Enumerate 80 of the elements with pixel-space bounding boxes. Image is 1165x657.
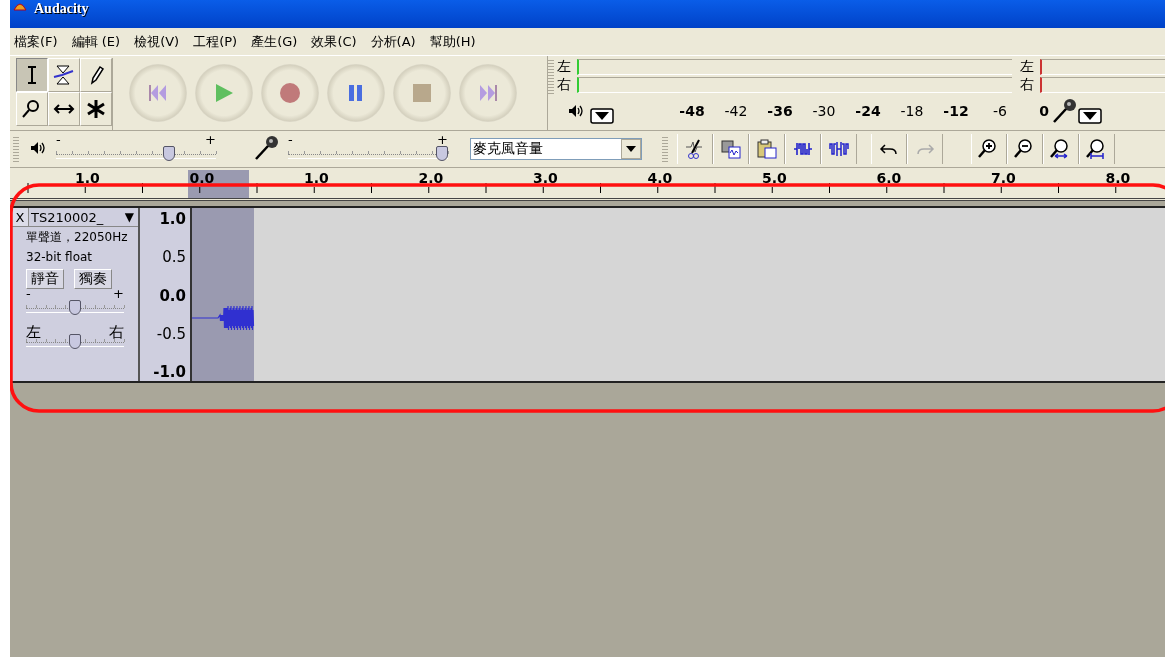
amplitude-label: 0.0 bbox=[159, 286, 186, 305]
window-title: Audacity bbox=[34, 1, 89, 17]
amplitude-label: -0.5 bbox=[156, 324, 186, 343]
menu-item[interactable]: 工程(P) bbox=[193, 32, 238, 51]
meter-scale-label: -36 bbox=[767, 103, 793, 119]
menu-item[interactable]: 編輯 (E) bbox=[71, 32, 121, 51]
amplitude-label: 1.0 bbox=[159, 210, 186, 228]
zoom-button[interactable] bbox=[971, 134, 1007, 164]
undo-button[interactable] bbox=[871, 134, 907, 164]
meter-scale-label: -48 bbox=[679, 103, 705, 119]
dropdown-arrow[interactable]: ▼ bbox=[124, 210, 134, 224]
copy-icon bbox=[721, 139, 741, 159]
slider-thumb[interactable] bbox=[69, 334, 81, 349]
silence-icon bbox=[829, 139, 849, 159]
meter-scale-label: -24 bbox=[855, 103, 881, 119]
amplitude-label: 0.5 bbox=[162, 248, 186, 267]
track-name: TS210002_ bbox=[31, 209, 104, 225]
play-icon bbox=[213, 83, 235, 103]
slider-thumb[interactable] bbox=[162, 146, 175, 161]
edit-button[interactable] bbox=[677, 134, 713, 164]
skip-end-icon bbox=[477, 83, 499, 103]
zoom-button[interactable] bbox=[1043, 134, 1079, 164]
envelope-icon bbox=[53, 64, 75, 86]
slider-thumb[interactable] bbox=[69, 300, 81, 315]
meter-scale-label: -42 bbox=[724, 103, 748, 119]
slider-min-label: - bbox=[56, 133, 61, 146]
zoom-button[interactable] bbox=[1007, 134, 1043, 164]
input-source-dropdown[interactable]: 麥克風音量 bbox=[470, 138, 642, 160]
meter-scale-label: 0 bbox=[1039, 103, 1049, 119]
channel-label: 右 bbox=[557, 76, 572, 94]
stop-icon bbox=[411, 83, 433, 103]
cut-icon bbox=[685, 139, 705, 159]
solo-button[interactable]: 獨奏 bbox=[74, 269, 112, 289]
slider-min-label: 左 bbox=[26, 325, 41, 340]
edit-button[interactable] bbox=[785, 134, 821, 164]
meter-scale-label: -12 bbox=[943, 103, 969, 119]
track-info: 單聲道，22050Hz bbox=[26, 229, 129, 246]
menu-item[interactable]: 分析(A) bbox=[370, 32, 416, 51]
mute-button[interactable]: 靜音 bbox=[26, 269, 64, 289]
slider-min-label: - bbox=[288, 133, 293, 146]
edit-button[interactable] bbox=[713, 134, 749, 164]
slider-track[interactable] bbox=[56, 145, 216, 163]
slider-min-label: - bbox=[26, 287, 31, 300]
slider-max-label: 右 bbox=[109, 325, 124, 340]
redo-icon bbox=[915, 141, 935, 157]
channel-label: 左 bbox=[1020, 58, 1035, 76]
edit-button[interactable] bbox=[821, 134, 857, 164]
menu-item[interactable]: 幫助(H) bbox=[429, 32, 476, 51]
slider-thumb[interactable] bbox=[436, 146, 448, 161]
channel-label: 右 bbox=[1020, 76, 1035, 94]
amplitude-label: -1.0 bbox=[153, 363, 186, 381]
tool-button[interactable] bbox=[16, 58, 48, 92]
slider-max-label: + bbox=[113, 287, 124, 300]
waveform-drawing bbox=[192, 305, 255, 331]
skip-start-icon bbox=[147, 83, 169, 103]
i-beam-icon bbox=[27, 66, 37, 84]
meter-scale-label: -6 bbox=[993, 103, 1007, 119]
channel-label: 左 bbox=[557, 58, 572, 76]
dropdown-arrow-icon bbox=[626, 146, 636, 152]
slider-max-label: + bbox=[205, 133, 216, 146]
slider-max-label: + bbox=[437, 133, 448, 146]
menu-item[interactable]: 檢視(V) bbox=[134, 32, 180, 51]
app-icon bbox=[12, 0, 28, 12]
menu-item[interactable]: 效果(C) bbox=[311, 32, 357, 51]
meter-scale-label: -30 bbox=[812, 103, 836, 119]
menu-item[interactable]: 檔案(F) bbox=[14, 32, 58, 51]
asterisk-icon bbox=[85, 98, 107, 120]
zoom-button[interactable] bbox=[1079, 134, 1115, 164]
meter-scale-label: -18 bbox=[900, 103, 924, 119]
microphone-icon bbox=[1052, 97, 1078, 123]
menu-item[interactable]: 產生(G) bbox=[251, 32, 298, 51]
slider-track[interactable] bbox=[26, 299, 124, 317]
undo-icon bbox=[879, 141, 899, 157]
slider-track[interactable] bbox=[288, 145, 448, 163]
paste-icon bbox=[757, 139, 777, 159]
record-icon bbox=[279, 83, 301, 103]
microphone-icon bbox=[254, 134, 280, 160]
track-info: 32-bit float bbox=[26, 249, 94, 266]
speaker-icon bbox=[568, 103, 584, 118]
speaker-icon bbox=[30, 140, 46, 155]
